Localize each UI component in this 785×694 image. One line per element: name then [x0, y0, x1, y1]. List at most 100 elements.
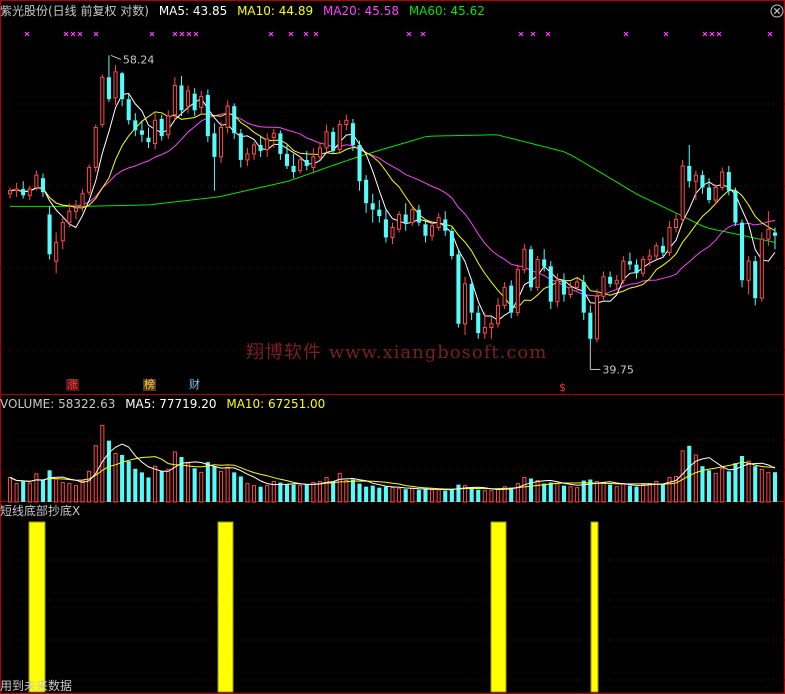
- candle-body: [647, 255, 652, 260]
- volume-bar: [205, 462, 210, 502]
- x-marker: [406, 31, 412, 37]
- candle-body: [291, 165, 296, 173]
- candle-body: [232, 106, 237, 134]
- volume-bar: [713, 472, 718, 503]
- ma10-line: [9, 111, 776, 309]
- x-marker: [70, 31, 76, 37]
- volume-bar: [370, 485, 375, 502]
- volume-bar: [139, 472, 144, 502]
- candle-body: [476, 312, 481, 334]
- volume-bar: [34, 473, 39, 503]
- candle-body: [225, 105, 230, 128]
- candle-body: [186, 90, 191, 107]
- volume-bar: [73, 485, 78, 503]
- volume-bar: [766, 471, 771, 503]
- candle-body: [324, 131, 329, 149]
- candle-body: [403, 214, 408, 223]
- volume-bar: [397, 488, 402, 503]
- candle-body: [172, 84, 177, 116]
- limit-up-marker[interactable]: 涨: [66, 379, 79, 391]
- candle-body: [700, 175, 705, 188]
- candle-body: [430, 225, 435, 237]
- volume-bar: [627, 485, 632, 502]
- candle-body: [383, 219, 388, 238]
- volume-bar: [54, 478, 59, 503]
- volume-bar: [489, 490, 494, 503]
- ma5-readout: MA5: 43.85: [158, 4, 228, 18]
- candle-body: [54, 241, 59, 262]
- volume-bar: [324, 476, 329, 503]
- candle-body: [707, 187, 712, 201]
- candle-body: [449, 230, 454, 257]
- candle-body: [733, 190, 738, 223]
- volume-bar: [251, 485, 257, 503]
- close-icon[interactable]: [770, 3, 784, 18]
- volume-bar: [416, 489, 421, 502]
- volume-bar: [726, 471, 731, 502]
- volume-bar: [621, 483, 626, 503]
- candle-body: [443, 219, 448, 231]
- volume-panel-header: VOLUME: 58322.63 MA5: 77719.20 MA10: 672…: [0, 396, 331, 412]
- candle-body: [304, 159, 309, 166]
- candle-body: [284, 153, 290, 166]
- candle-body: [489, 323, 494, 329]
- volume-bar: [641, 484, 646, 503]
- bottom-signal-bar: [28, 521, 46, 693]
- candle-body: [93, 126, 98, 168]
- candle-body: [265, 138, 270, 150]
- indicator-name: 短线底部抄底X: [0, 504, 81, 518]
- x-marker: [716, 31, 722, 37]
- finance-marker[interactable]: 财: [188, 379, 201, 391]
- bottom-signal-bar: [490, 521, 507, 693]
- volume-bar: [515, 483, 520, 503]
- volume-bar: [166, 468, 171, 503]
- volume-bar: [199, 471, 204, 503]
- candle-body: [528, 249, 534, 288]
- candle-body: [608, 276, 613, 284]
- volume-bar: [245, 483, 250, 503]
- volume-bar: [67, 483, 72, 503]
- volume-bar: [146, 477, 151, 502]
- stock-title: 紫光股份(日线 前复权 对数): [0, 4, 149, 18]
- candle-body: [251, 144, 257, 155]
- volume-bar: [278, 482, 283, 502]
- candle-body: [139, 130, 144, 135]
- volume-bar: [687, 445, 692, 502]
- candle-body: [594, 295, 599, 340]
- candle-body: [298, 159, 303, 172]
- volume-bar: [759, 468, 764, 503]
- candle-body: [542, 259, 547, 267]
- high-price-label: 58.24: [123, 53, 155, 66]
- candle-body: [397, 213, 402, 230]
- volume-bar: [225, 466, 230, 503]
- volume-bar: [390, 487, 395, 503]
- x-marker: [623, 31, 629, 37]
- volume-bar: [80, 480, 85, 503]
- candle-body: [588, 312, 593, 339]
- volume-bar: [265, 485, 270, 503]
- candle-body: [377, 209, 382, 217]
- candle-body: [746, 260, 751, 281]
- candle-body: [726, 172, 731, 191]
- volume-bar: [667, 476, 672, 503]
- x-marker: [77, 31, 83, 37]
- volume-bar: [40, 479, 46, 502]
- candle-body: [601, 276, 606, 297]
- dollar-marker[interactable]: $: [558, 382, 567, 394]
- volume-bar: [436, 489, 441, 503]
- volume-bar: [680, 450, 685, 503]
- volume-bar: [430, 489, 435, 503]
- volume-bar: [383, 486, 388, 502]
- volume-bar: [27, 482, 32, 503]
- volume-bar: [298, 485, 303, 503]
- candle-body: [258, 144, 263, 151]
- candle-body: [100, 76, 105, 126]
- volume-bar: [284, 484, 290, 502]
- x-marker: [24, 31, 30, 37]
- candle-body: [331, 131, 336, 151]
- ranking-marker[interactable]: 榜: [143, 379, 156, 391]
- volume-bar: [772, 472, 778, 502]
- volume-bar: [720, 467, 725, 503]
- volume-bar: [350, 479, 355, 502]
- volume-bar: [594, 481, 599, 503]
